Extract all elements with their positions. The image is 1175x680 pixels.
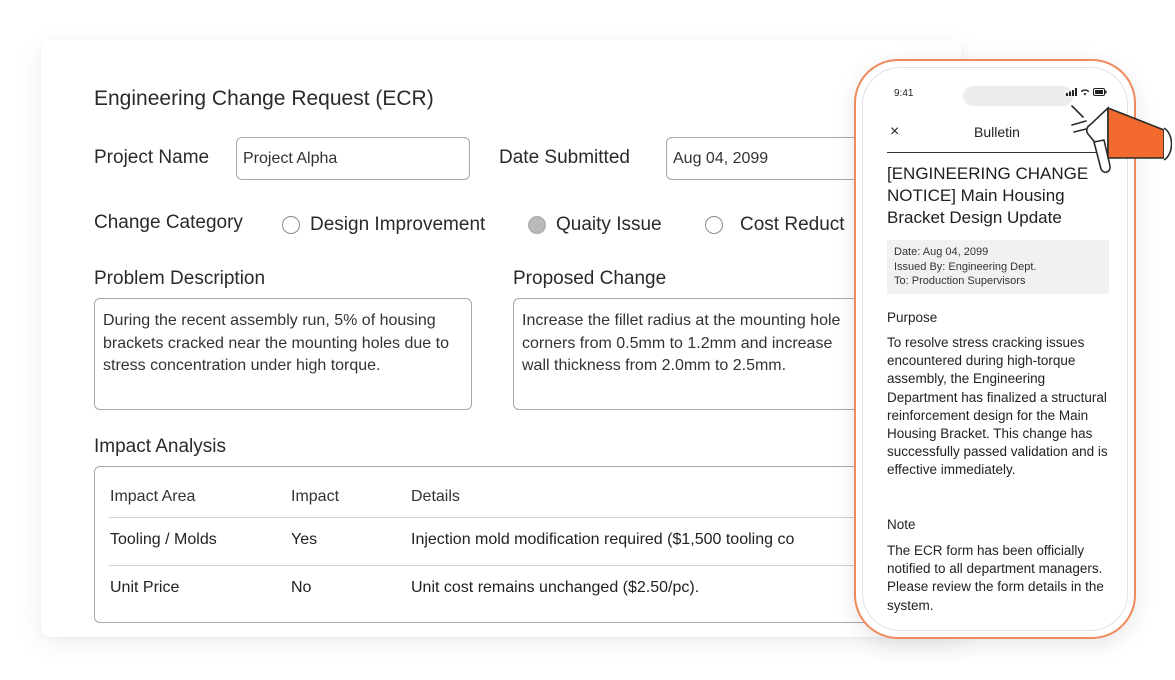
radio-cost-reduction[interactable]: Cost Reduct xyxy=(705,214,845,236)
bulletin-header-title: Bulletin xyxy=(974,124,1020,140)
table-header-details: Details xyxy=(411,488,460,505)
radio-label: Cost Reduct xyxy=(740,214,845,235)
change-category-label: Change Category xyxy=(94,212,243,233)
table-cell: Injection mold modification required ($1… xyxy=(411,531,795,548)
problem-description-label: Problem Description xyxy=(94,268,266,289)
table-divider xyxy=(109,517,961,518)
date-submitted-label: Date Submitted xyxy=(499,147,630,168)
purpose-heading: Purpose xyxy=(887,310,938,325)
table-header-impact-area: Impact Area xyxy=(110,488,196,505)
meta-date: Date: Aug 04, 2099 xyxy=(894,246,989,258)
radio-quality-issue[interactable]: Quaity Issue xyxy=(528,214,662,236)
project-name-field[interactable]: Project Alpha xyxy=(236,137,470,180)
radio-circle[interactable] xyxy=(282,216,300,234)
status-time: 9:41 xyxy=(894,88,914,99)
table-cell: Unit cost remains unchanged ($2.50/pc). xyxy=(411,579,700,596)
radio-circle[interactable] xyxy=(705,216,723,234)
meta-to: To: Production Supervisors xyxy=(894,275,1026,287)
table-divider xyxy=(109,565,961,566)
impact-table: Impact Area Impact Details Tooling / Mol… xyxy=(94,466,961,623)
meta-issued-by: Issued By: Engineering Dept. xyxy=(894,260,1037,273)
form-title: Engineering Change Request (ECR) xyxy=(94,87,434,110)
table-cell: Tooling / Molds xyxy=(110,531,217,548)
impact-analysis-label: Impact Analysis xyxy=(94,436,226,457)
note-heading: Note xyxy=(887,517,916,532)
problem-description-textarea[interactable]: During the recent assembly run, 5% of ho… xyxy=(94,298,472,410)
radio-design-improvement[interactable]: Design Improvement xyxy=(282,214,485,236)
date-submitted-value: Aug 04, 2099 xyxy=(673,149,769,167)
table-cell: Yes xyxy=(291,531,318,548)
project-name-value: Project Alpha xyxy=(243,149,338,167)
radio-label: Quaity Issue xyxy=(556,214,662,235)
close-icon[interactable]: × xyxy=(890,123,899,141)
purpose-text: To resolve stress cracking issues encoun… xyxy=(887,335,1108,478)
megaphone-icon xyxy=(1071,105,1172,174)
dynamic-island xyxy=(963,86,1073,106)
radio-label: Design Improvement xyxy=(310,214,486,235)
meta-box: Date: Aug 04, 2099 Issued By: Engineerin… xyxy=(887,240,1109,294)
note-text: The ECR form has been officially notifie… xyxy=(887,543,1104,613)
radio-circle-selected[interactable] xyxy=(528,216,546,234)
project-name-label: Project Name xyxy=(94,147,210,168)
table-cell: Unit Price xyxy=(110,579,180,596)
ecr-form-card: Engineering Change Request (ECR) Project… xyxy=(41,40,961,637)
table-cell: No xyxy=(291,579,312,596)
table-header-impact: Impact xyxy=(291,488,340,505)
proposed-change-label: Proposed Change xyxy=(513,268,667,289)
